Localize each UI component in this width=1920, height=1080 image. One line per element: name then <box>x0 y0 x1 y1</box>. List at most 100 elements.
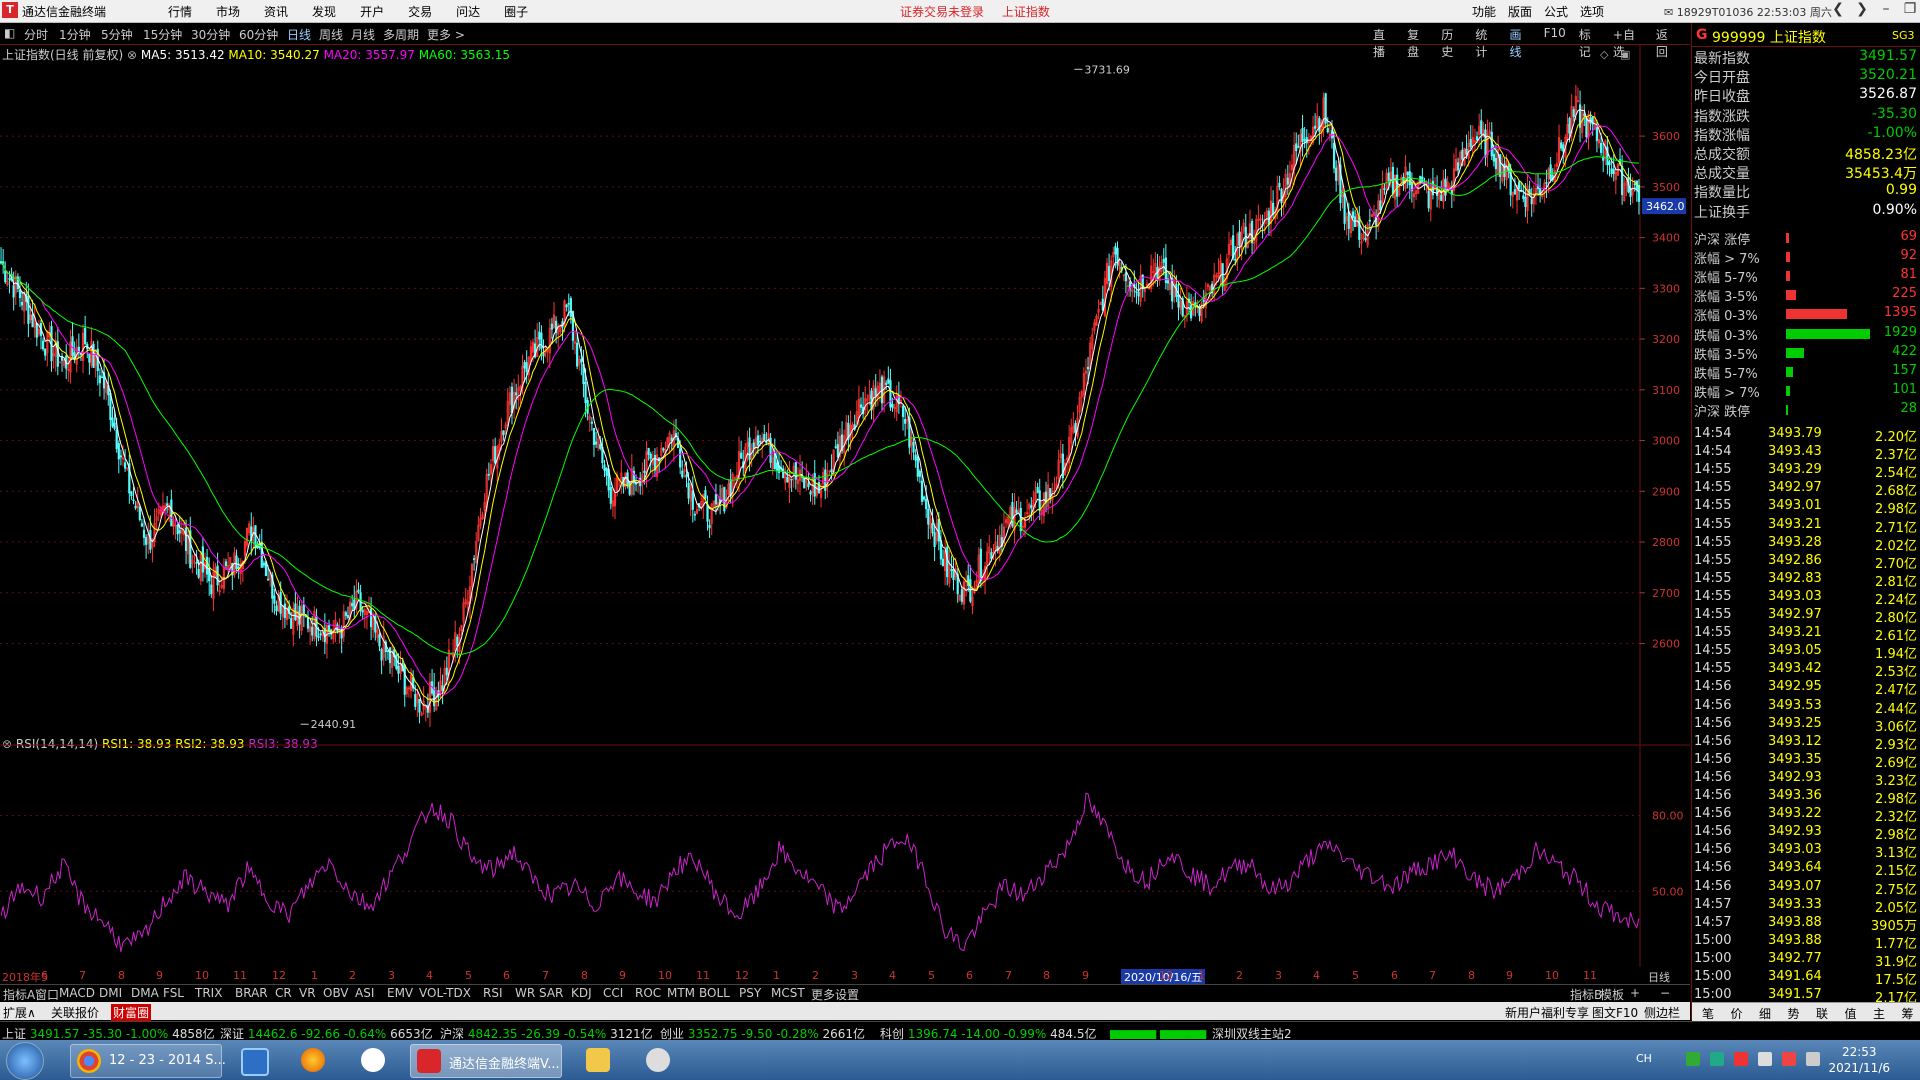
volume-icon[interactable] <box>1806 1052 1820 1066</box>
indicator-tab[interactable]: OBV <box>323 986 349 1000</box>
kline-chart[interactable]: 2600 2700 2800 2900 3000 3100 3200 3300 3400 3500… <box>0 45 1690 967</box>
indicator-tab[interactable]: CR <box>275 986 292 1000</box>
indicator-tab[interactable]: WR <box>515 986 535 1000</box>
folder-task[interactable] <box>580 1044 616 1076</box>
baidu-task[interactable] <box>355 1044 391 1076</box>
indicator-tab[interactable]: EMV <box>387 986 413 1000</box>
sub-tab[interactable]: 财富圈 <box>111 1004 152 1021</box>
app-grid-task[interactable] <box>640 1044 676 1076</box>
tdx-task[interactable]: 通达信金融终端V... <box>410 1044 562 1078</box>
indicator-tab[interactable]: DMA <box>131 986 159 1000</box>
trade-price: 3492.95 <box>1768 679 1822 695</box>
menu-item[interactable]: 发现 <box>312 3 336 20</box>
quote-tab[interactable]: 联 <box>1816 1005 1828 1022</box>
indicator-tab[interactable]: RSI <box>483 986 503 1000</box>
indicator-tab[interactable]: MACD <box>59 986 95 1000</box>
period-tab[interactable]: 多周期 <box>383 26 419 43</box>
menu-item[interactable]: 资讯 <box>264 3 288 20</box>
date-tick: 2 <box>349 969 356 982</box>
sub-tab[interactable]: 扩展∧ <box>3 1004 36 1021</box>
restore-icon[interactable]: ❐ <box>1898 1 1920 17</box>
period-tab[interactable]: 月线 <box>351 26 375 43</box>
menu-item[interactable]: 问达 <box>456 3 480 20</box>
indicator-tab[interactable]: 窗口 <box>35 986 59 1003</box>
quote-tab[interactable]: 主 <box>1873 1005 1885 1022</box>
period-tab[interactable]: 30分钟 <box>191 26 230 43</box>
period-tab[interactable]: 15分钟 <box>143 26 182 43</box>
indicator-tab[interactable]: MCST <box>771 986 805 1000</box>
indicator-right-tab[interactable]: 指标B <box>1570 986 1602 1003</box>
indicator-tab[interactable]: DMI <box>99 986 122 1000</box>
period-tab[interactable]: 更多 > <box>427 26 465 43</box>
candle-body <box>170 499 173 527</box>
indicator-tab[interactable]: VR <box>299 986 316 1000</box>
menu-item[interactable]: 交易 <box>408 3 432 20</box>
forward-icon[interactable]: ❯ <box>1850 1 1874 17</box>
trade-price: 3493.88 <box>1768 932 1822 948</box>
menu-item[interactable]: 开户 <box>360 3 384 20</box>
indicator-tab[interactable]: 设置 <box>835 986 859 1003</box>
period-tab[interactable]: 5分钟 <box>101 26 133 43</box>
sub-tab-right[interactable]: 图文F10 <box>1592 1004 1638 1021</box>
indicator-tab[interactable]: BRAR <box>235 986 268 1000</box>
indicator-tab[interactable]: MTM <box>667 986 695 1000</box>
tray-app-icon[interactable] <box>1686 1052 1700 1066</box>
period-tab[interactable]: 60分钟 <box>239 26 278 43</box>
indicator-tab[interactable]: SAR <box>539 986 563 1000</box>
title-menu-item[interactable]: 版面 <box>1508 3 1532 20</box>
tray-red-icon[interactable] <box>1734 1052 1748 1066</box>
period-tab[interactable]: 周线 <box>319 26 343 43</box>
trade-login-status[interactable]: 证券交易未登录 <box>900 5 984 19</box>
quote-tab[interactable]: 价 <box>1731 1005 1743 1022</box>
indicator-right-tab[interactable]: − <box>1660 986 1670 1000</box>
quote-tab[interactable]: 笔 <box>1702 1005 1714 1022</box>
quote-tab[interactable]: 筹 <box>1902 1005 1914 1022</box>
sub-tab[interactable]: 关联报价 <box>51 1004 99 1021</box>
trade-time: 15:00 <box>1694 969 1732 984</box>
title-menu-item[interactable]: 功能 <box>1472 3 1496 20</box>
title-menu-item[interactable]: 公式 <box>1544 3 1568 20</box>
firefox-task[interactable] <box>295 1044 331 1076</box>
action-center-icon[interactable] <box>1758 1052 1772 1066</box>
period-tab[interactable]: 1分钟 <box>59 26 91 43</box>
indicator-tab[interactable]: ROC <box>635 986 661 1000</box>
menu-item[interactable]: 行情 <box>168 3 192 20</box>
indicator-tab[interactable]: BOLL <box>699 986 730 1000</box>
indicator-tab[interactable]: ASI <box>355 986 374 1000</box>
sub-tab-right[interactable]: 新用户福利专享 <box>1505 1004 1589 1021</box>
minimize-icon[interactable]: – <box>1874 1 1898 17</box>
ime-label[interactable]: CH <box>1636 1052 1652 1065</box>
back-icon[interactable]: ❮ <box>1826 1 1850 17</box>
menu-item[interactable]: 市场 <box>216 3 240 20</box>
panel-toggle-icon[interactable]: ◧ <box>4 26 15 40</box>
period-tab[interactable]: 日线 <box>287 26 311 43</box>
start-button[interactable] <box>6 1042 44 1080</box>
indicator-tab[interactable]: 更多 <box>811 986 835 1003</box>
clock[interactable]: 22:53 2021/11/6 <box>1828 1044 1890 1076</box>
candle-body <box>922 496 926 500</box>
quote-tab[interactable]: 值 <box>1845 1005 1857 1022</box>
indicator-tab[interactable]: PSY <box>739 986 761 1000</box>
indicator-tab[interactable]: 指标A <box>3 986 35 1003</box>
explorer-task[interactable] <box>235 1044 271 1076</box>
indicator-right-tab[interactable]: + <box>1630 986 1640 1000</box>
indicator-tab[interactable]: KDJ <box>571 986 592 1000</box>
tray-alert-icon[interactable] <box>1782 1052 1796 1066</box>
title-menu-item[interactable]: 选项 <box>1580 3 1604 20</box>
trade-volume: 2.24亿 <box>1875 592 1917 608</box>
period-tab[interactable]: 分时 <box>24 26 48 43</box>
mail-icon[interactable]: ✉ <box>1664 6 1673 19</box>
indicator-tab[interactable]: TRIX <box>195 986 222 1000</box>
indicator-tab[interactable]: FSL <box>163 986 184 1000</box>
breadth-bar <box>1786 271 1790 281</box>
quote-tab[interactable]: 势 <box>1788 1005 1800 1022</box>
menu-item[interactable]: 圈子 <box>504 3 528 20</box>
quote-tab[interactable]: 细 <box>1759 1005 1771 1022</box>
indicator-right-tab[interactable]: 模板 <box>1600 986 1624 1003</box>
trade-time: 14:56 <box>1694 715 1732 731</box>
chrome-task[interactable]: 12 - 23 - 2014 S... <box>70 1044 226 1078</box>
indicator-tab[interactable]: VOL-TDX <box>419 986 471 1000</box>
indicator-tab[interactable]: CCI <box>603 986 623 1000</box>
candle-body <box>901 405 905 417</box>
network-icon[interactable] <box>1710 1052 1724 1066</box>
